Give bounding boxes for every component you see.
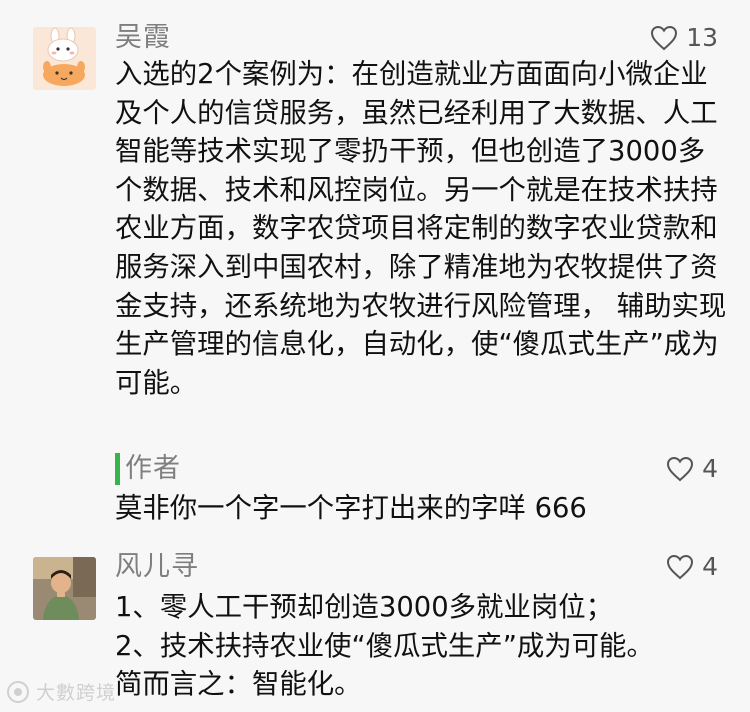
reply-text: 莫非你一个字一个字打出来的字咩 666 — [115, 493, 587, 524]
like-count: 4 — [702, 552, 718, 581]
avatar[interactable] — [33, 557, 96, 620]
cartoon-rabbit-avatar-icon — [33, 27, 96, 90]
reply-indicator-bar — [115, 453, 120, 485]
comment-text: 1、零人工干预却创造3000多就业岗位； 2、技术扶持农业使“傻瓜式生产”成为可… — [115, 592, 654, 701]
watermark-logo-icon — [7, 680, 29, 703]
avatar[interactable] — [33, 27, 96, 90]
comment-text: 入选的2个案例为：在创造就业方面面向小微企业及个人的信贷服务，虽然已经利用了大数… — [115, 59, 727, 399]
heart-icon — [667, 554, 694, 580]
like-button[interactable]: 13 — [650, 21, 718, 55]
reply-like-button[interactable]: 4 — [666, 452, 718, 486]
heart-icon — [667, 456, 694, 482]
like-count: 13 — [686, 23, 718, 52]
like-button[interactable]: 4 — [666, 550, 718, 584]
person-photo-avatar-icon — [33, 557, 96, 620]
watermark-text: 大數跨境 — [36, 682, 117, 704]
heart-icon — [651, 25, 678, 51]
comment-nickname[interactable]: 吴霞 — [115, 21, 171, 55]
watermark: 大數跨境 — [6, 678, 116, 705]
reply-like-count: 4 — [702, 454, 718, 483]
comment-nickname[interactable]: 风儿寻 — [115, 550, 199, 584]
reply-author[interactable]: 作者 — [125, 452, 181, 486]
